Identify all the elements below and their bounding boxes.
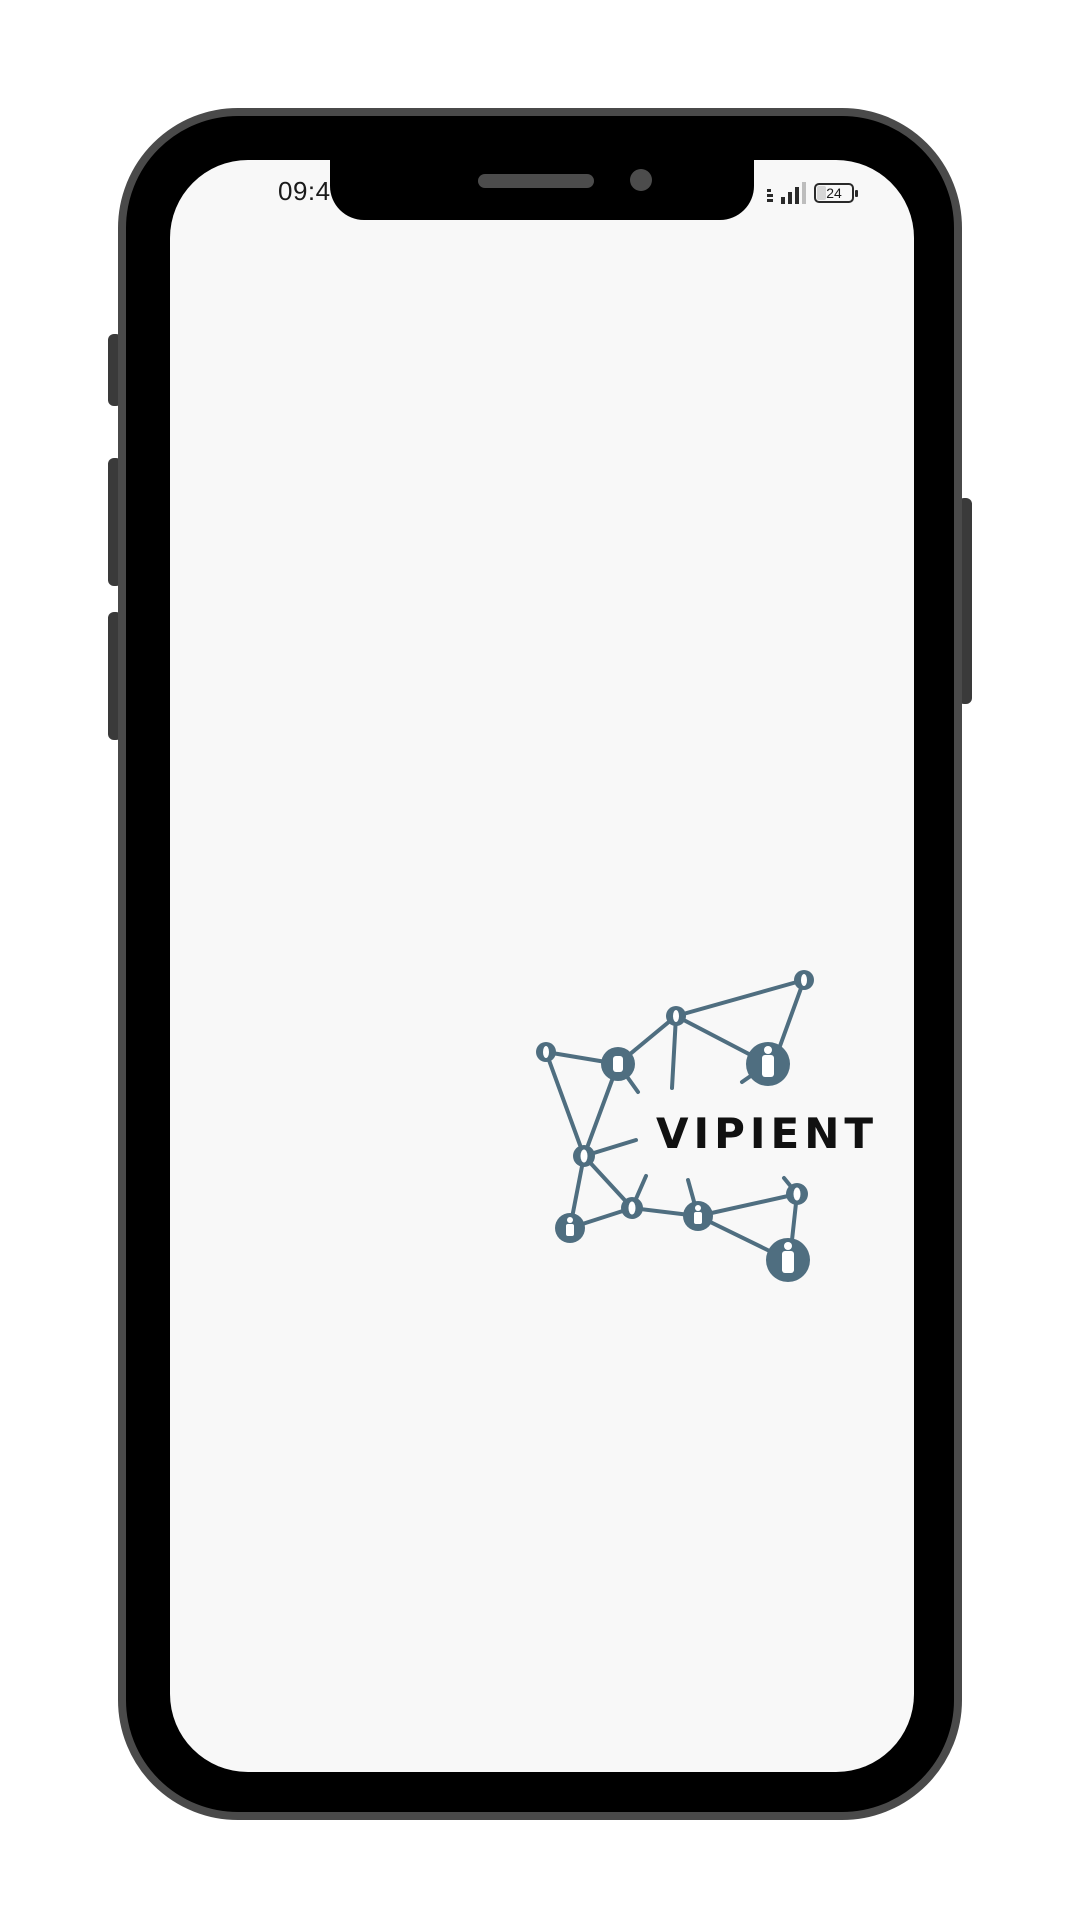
cellular-signal-icon <box>781 182 806 204</box>
battery-icon: 24 <box>814 183 858 203</box>
speaker-grille <box>478 174 594 188</box>
app-logo: VIPIENT <box>534 960 894 1290</box>
status-time: 09:4 <box>278 176 331 206</box>
splash-screen: 09:4 24 VIPIENT <box>170 160 914 1772</box>
battery-level: 24 <box>826 185 842 201</box>
brand-wordmark: VIPIENT <box>650 1108 885 1160</box>
notch <box>330 158 754 220</box>
wifi-icon <box>767 184 773 202</box>
front-camera <box>630 169 652 191</box>
device-mockup: 09:4 24 VIPIENT <box>0 0 1080 1920</box>
status-indicators: 24 <box>767 178 858 208</box>
battery-fill <box>817 186 826 200</box>
